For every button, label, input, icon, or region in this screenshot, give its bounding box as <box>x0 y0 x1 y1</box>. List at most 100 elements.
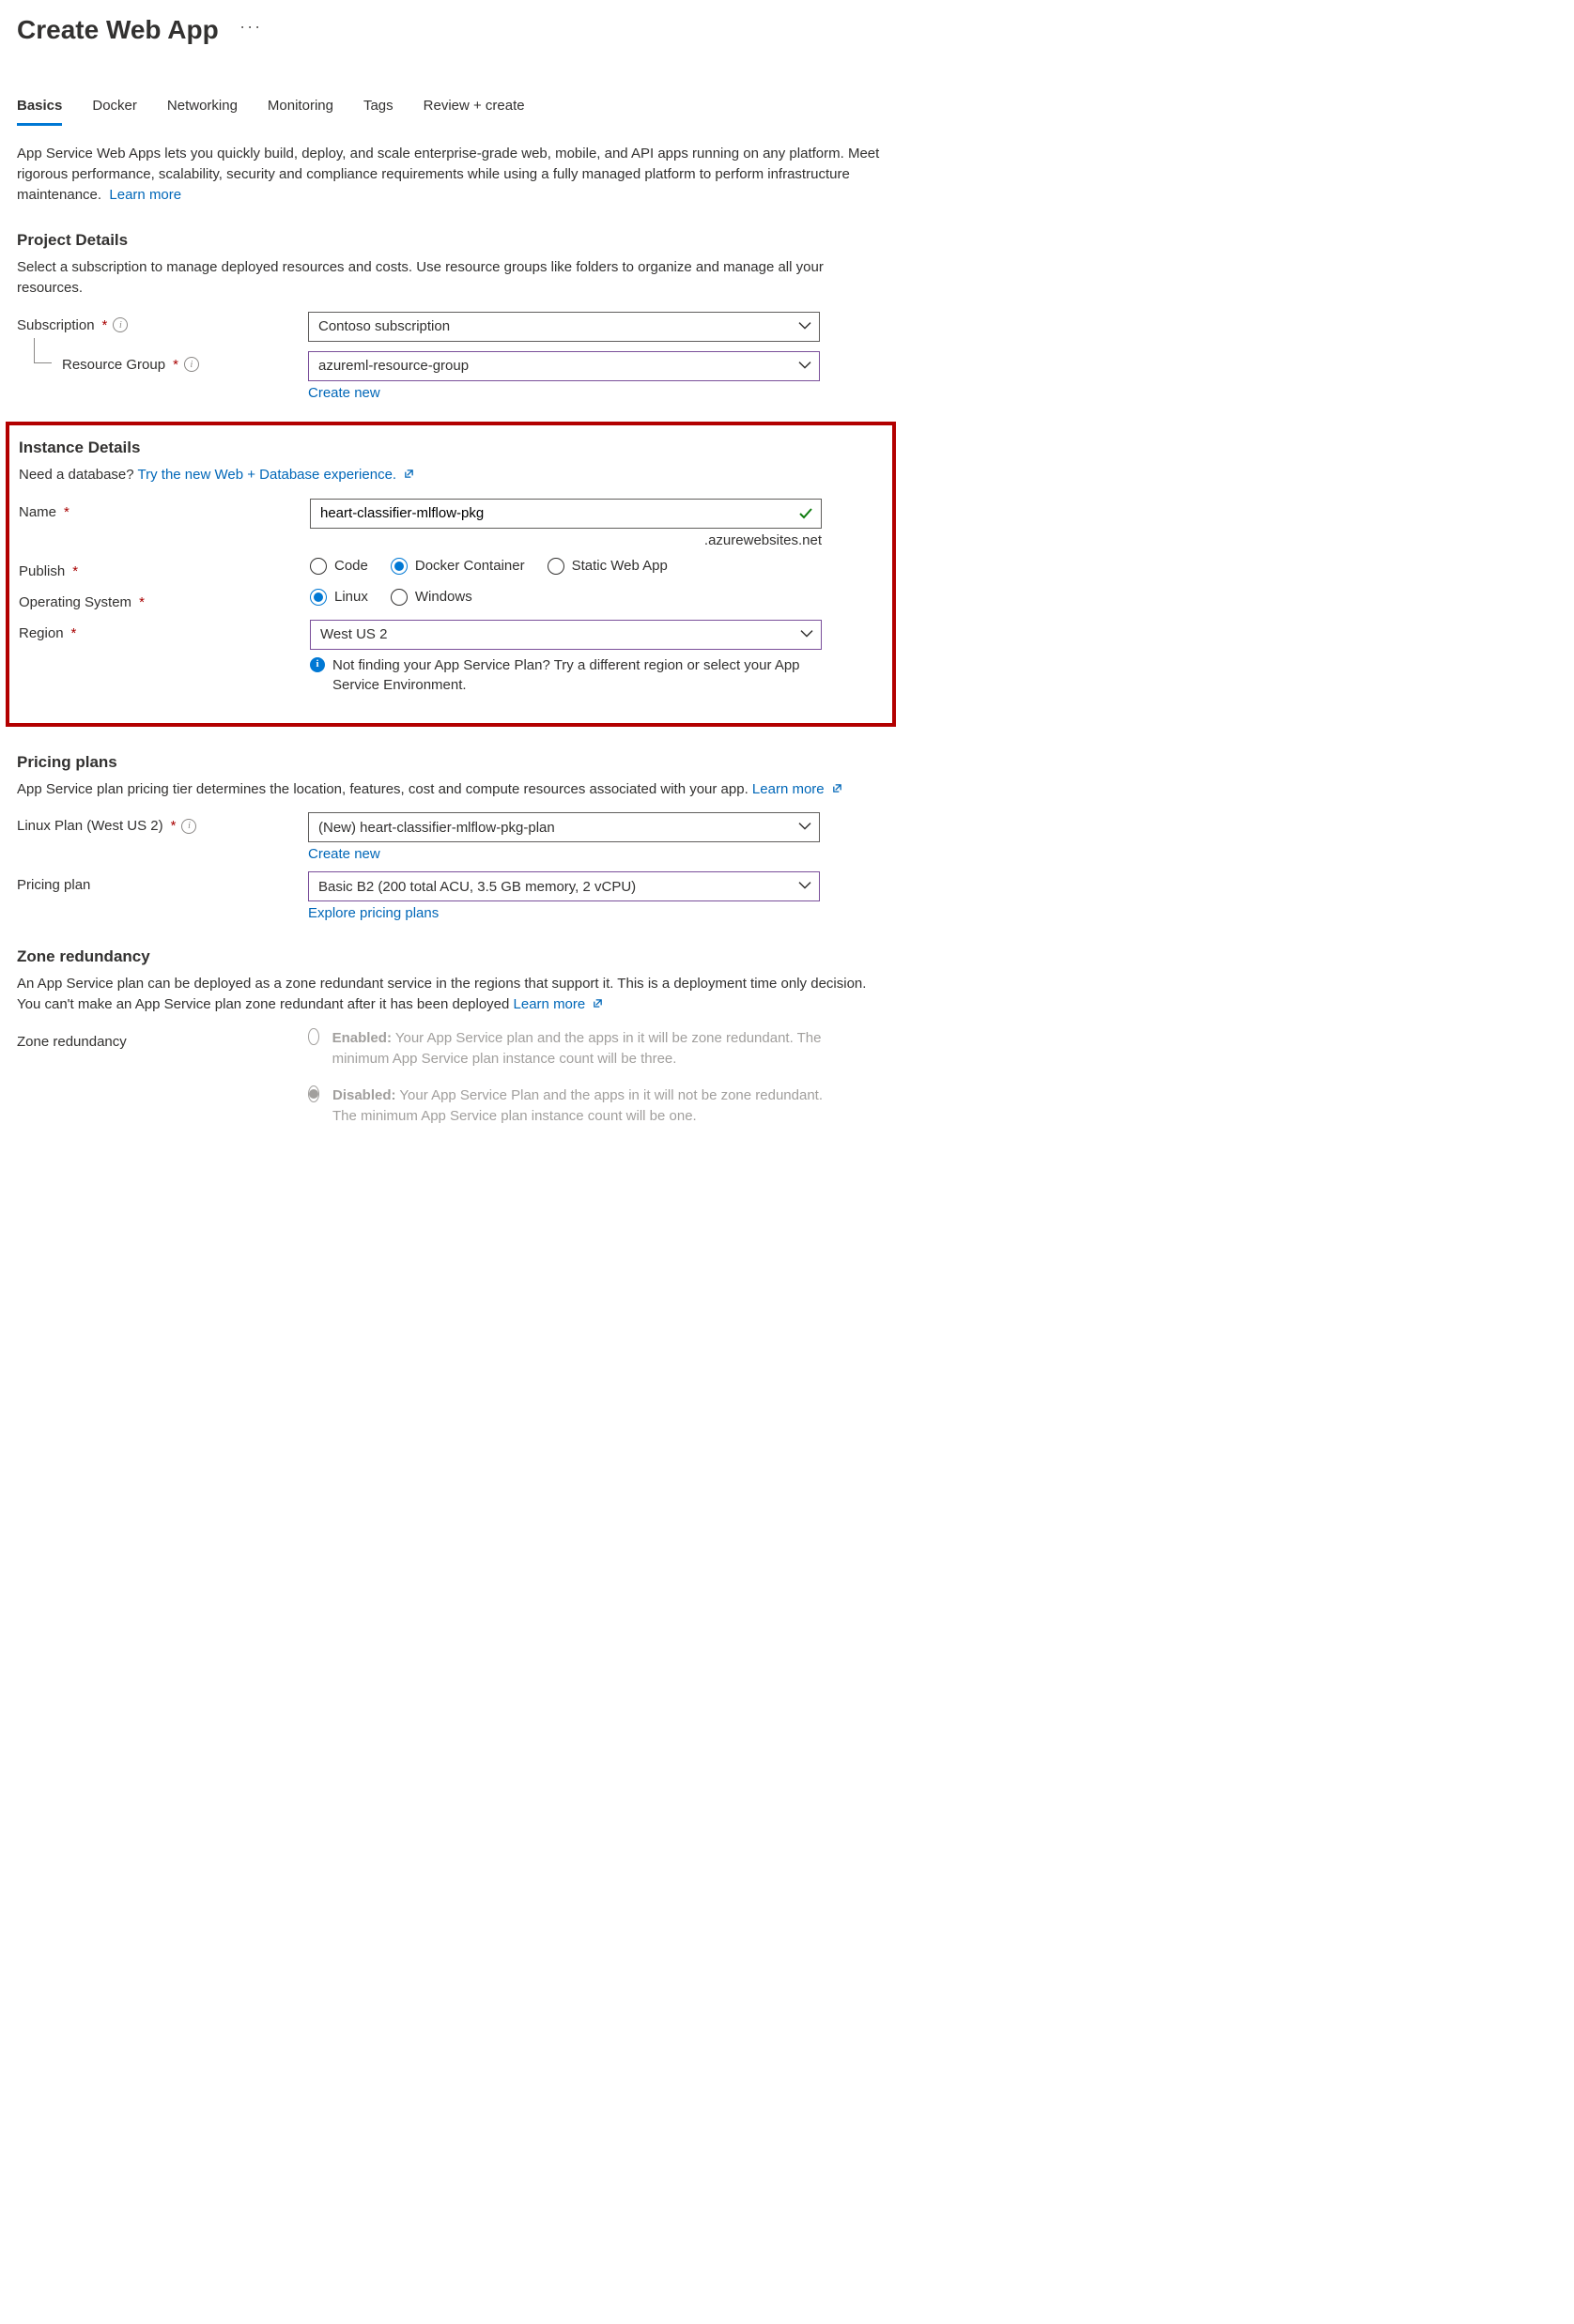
publish-code-label: Code <box>334 558 368 574</box>
required-icon: * <box>71 625 77 641</box>
name-label: Name * <box>19 499 310 520</box>
info-icon[interactable]: i <box>184 357 199 372</box>
info-filled-icon: i <box>310 657 325 672</box>
os-option-windows[interactable]: Windows <box>391 589 472 606</box>
zone-disabled-title: Disabled: <box>332 1087 396 1103</box>
region-note-text: Not finding your App Service Plan? Try a… <box>332 655 822 695</box>
required-icon: * <box>64 504 69 520</box>
explore-pricing-link[interactable]: Explore pricing plans <box>308 905 439 921</box>
zone-disabled-desc: Your App Service Plan and the apps in it… <box>332 1087 823 1124</box>
chevron-down-icon <box>798 318 811 331</box>
name-label-text: Name <box>19 504 56 520</box>
zone-redundancy-title: Zone redundancy <box>17 947 885 966</box>
intro-learn-more-link[interactable]: Learn more <box>109 187 181 203</box>
external-link-icon <box>832 779 842 790</box>
pricing-plan-value: Basic B2 (200 total ACU, 3.5 GB memory, … <box>318 879 636 895</box>
radio-icon <box>308 1028 319 1045</box>
pricing-learn-more-text: Learn more <box>752 781 825 797</box>
radio-icon <box>391 558 408 575</box>
resource-group-select[interactable]: azureml-resource-group <box>308 351 820 381</box>
zone-redundancy-desc: An App Service plan can be deployed as a… <box>17 974 885 1015</box>
publish-option-code[interactable]: Code <box>310 558 368 575</box>
publish-radio-group: Code Docker Container Static Web App <box>310 558 883 575</box>
os-linux-label: Linux <box>334 589 368 605</box>
publish-option-static[interactable]: Static Web App <box>548 558 668 575</box>
info-icon[interactable]: i <box>181 819 196 834</box>
required-icon: * <box>173 357 178 373</box>
chevron-down-icon <box>798 358 811 371</box>
zone-disabled-text: Disabled: Your App Service Plan and the … <box>332 1085 834 1127</box>
chevron-down-icon <box>798 820 811 833</box>
zone-redundancy-label-text: Zone redundancy <box>17 1034 127 1050</box>
pricing-learn-more-link[interactable]: Learn more <box>752 781 842 797</box>
radio-icon <box>548 558 564 575</box>
pricing-plan-label-text: Pricing plan <box>17 877 90 893</box>
create-new-rg-link[interactable]: Create new <box>308 385 380 401</box>
radio-icon <box>310 558 327 575</box>
os-windows-label: Windows <box>415 589 472 605</box>
zone-option-enabled: Enabled: Your App Service plan and the a… <box>308 1028 834 1070</box>
create-new-plan-link[interactable]: Create new <box>308 846 380 862</box>
publish-label: Publish * <box>19 558 310 579</box>
radio-icon <box>308 1085 319 1102</box>
region-note: i Not finding your App Service Plan? Try… <box>310 655 822 695</box>
region-select[interactable]: West US 2 <box>310 620 822 650</box>
pricing-plans-title: Pricing plans <box>17 753 885 772</box>
db-prompt-text: Need a database? <box>19 467 134 483</box>
resource-group-label: Resource Group * i <box>17 351 308 373</box>
pricing-plan-select[interactable]: Basic B2 (200 total ACU, 3.5 GB memory, … <box>308 871 820 901</box>
tab-networking[interactable]: Networking <box>167 92 238 126</box>
publish-option-docker[interactable]: Docker Container <box>391 558 525 575</box>
os-option-linux[interactable]: Linux <box>310 589 368 606</box>
db-link-text: Try the new Web + Database experience. <box>138 467 397 483</box>
zone-learn-more-link[interactable]: Learn more <box>514 996 604 1012</box>
os-label-text: Operating System <box>19 594 131 610</box>
tab-basics[interactable]: Basics <box>17 92 62 126</box>
project-details-desc: Select a subscription to manage deployed… <box>17 257 885 299</box>
page-title: Create Web App <box>17 15 219 45</box>
info-icon[interactable]: i <box>113 317 128 332</box>
radio-icon <box>310 589 327 606</box>
zone-learn-more-text: Learn more <box>514 996 586 1012</box>
chevron-down-icon <box>798 879 811 892</box>
publish-label-text: Publish <box>19 563 65 579</box>
required-icon: * <box>72 563 78 579</box>
required-icon: * <box>171 818 177 834</box>
pricing-plan-label: Pricing plan <box>17 871 308 893</box>
required-icon: * <box>102 317 108 333</box>
os-radio-group: Linux Windows <box>310 589 883 606</box>
tab-docker[interactable]: Docker <box>92 92 137 126</box>
subscription-value: Contoso subscription <box>318 318 450 334</box>
radio-icon <box>391 589 408 606</box>
tab-review-create[interactable]: Review + create <box>424 92 525 126</box>
linux-plan-label: Linux Plan (West US 2) * i <box>17 812 308 834</box>
tab-tags[interactable]: Tags <box>363 92 394 126</box>
pricing-plans-desc: App Service plan pricing tier determines… <box>17 779 885 800</box>
tab-monitoring[interactable]: Monitoring <box>268 92 333 126</box>
zone-option-disabled: Disabled: Your App Service Plan and the … <box>308 1085 834 1127</box>
resource-group-label-text: Resource Group <box>62 357 165 373</box>
zone-enabled-text: Enabled: Your App Service plan and the a… <box>332 1028 834 1070</box>
os-label: Operating System * <box>19 589 310 610</box>
external-link-icon <box>593 994 603 1005</box>
more-actions-button[interactable]: ··· <box>239 17 262 37</box>
subscription-label-text: Subscription <box>17 317 95 333</box>
zone-redundancy-label: Zone redundancy <box>17 1028 308 1050</box>
region-label-text: Region <box>19 625 64 641</box>
required-icon: * <box>139 594 145 610</box>
project-details-title: Project Details <box>17 231 885 250</box>
web-db-experience-link[interactable]: Try the new Web + Database experience. <box>138 467 415 483</box>
instance-details-db-prompt: Need a database? Try the new Web + Datab… <box>19 465 883 485</box>
publish-docker-label: Docker Container <box>415 558 525 574</box>
zone-enabled-desc: Your App Service plan and the apps in it… <box>332 1030 822 1067</box>
chevron-down-icon <box>800 626 813 639</box>
pricing-plans-desc-text: App Service plan pricing tier determines… <box>17 781 748 797</box>
external-link-icon <box>404 465 414 475</box>
zone-enabled-title: Enabled: <box>332 1030 392 1046</box>
app-name-input[interactable] <box>310 499 822 529</box>
tab-bar: Basics Docker Networking Monitoring Tags… <box>17 92 885 127</box>
subscription-select[interactable]: Contoso subscription <box>308 312 820 342</box>
check-icon <box>797 505 814 522</box>
linux-plan-select[interactable]: (New) heart-classifier-mlflow-pkg-plan <box>308 812 820 842</box>
intro-text: App Service Web Apps lets you quickly bu… <box>17 144 885 205</box>
